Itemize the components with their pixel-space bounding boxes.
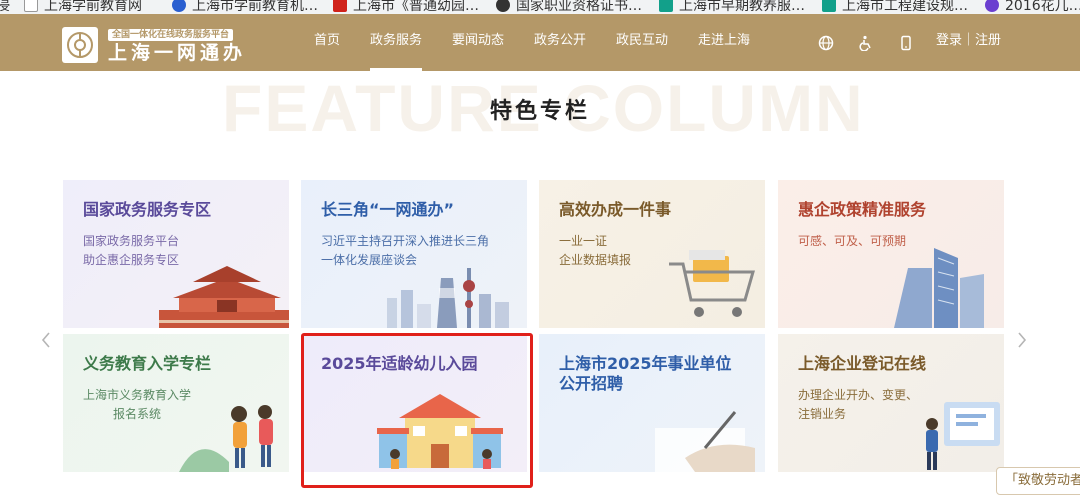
bookmark-label: 上海学前教育网 — [44, 0, 142, 14]
bookmark-label: 上海市《普通幼园… — [353, 0, 479, 14]
red-flag-icon — [333, 0, 347, 12]
card-desc-line: 上海市义务教育入学 — [83, 388, 192, 402]
teal-doc-icon — [659, 0, 673, 12]
tiananmen-illustration — [159, 266, 289, 328]
card-desc-line: 国家政务服务平台 — [83, 234, 180, 248]
blue-paw-icon — [172, 0, 186, 12]
signing-hand-illustration — [655, 411, 755, 472]
card-desc: 一业一证 企业数据填报 — [559, 232, 631, 270]
card-title: 高效办成一件事 — [559, 200, 672, 219]
card-title: 惠企政策精准服务 — [798, 200, 927, 219]
bookmark-label: 上海市早期教养服… — [679, 0, 805, 14]
bookmark-label: 浸 — [0, 0, 10, 14]
next-arrow-icon[interactable] — [1016, 331, 1028, 349]
section-title: 特色专栏 — [489, 99, 590, 124]
card-desc-line: 报名系统 — [113, 407, 162, 421]
card-desc: 办理企业开办、变更、 注销业务 — [798, 386, 918, 424]
nav-gov-affairs[interactable]: 政务公开 — [534, 33, 586, 49]
site-header: 全国一体化在线政务服务平台 上海一网通办 首页 政务服务 要闻动态 政务公开 政… — [0, 14, 1080, 71]
card-title-line: 公开招聘 — [559, 374, 624, 393]
card-desc-line: 办理企业开办、变更、 — [798, 388, 919, 402]
purple-paw-icon — [985, 0, 999, 12]
card-national-services[interactable]: 国家政务服务专区 国家政务服务平台 助企惠企服务专区 — [63, 180, 289, 328]
card-title: 长三角“一网通办” — [321, 200, 455, 219]
floating-banner[interactable]: 「致敬劳动者」 — [996, 467, 1080, 495]
skyline-illustration — [387, 268, 509, 328]
nav-home[interactable]: 首页 — [314, 33, 340, 49]
kindergarten-illustration — [377, 394, 503, 469]
students-illustration — [179, 405, 273, 472]
shopping-cart-illustration — [669, 250, 755, 317]
card-title: 2025年适龄幼儿入园 — [321, 354, 478, 373]
prev-arrow-icon[interactable] — [40, 331, 52, 349]
teal-doc-icon — [822, 0, 836, 12]
globe-icon[interactable] — [818, 35, 834, 51]
bookmark-item[interactable]: 国家职业资格证书… — [496, 0, 642, 14]
nav-interaction[interactable]: 政民互动 — [616, 33, 668, 49]
card-enterprise-policy[interactable]: 惠企政策精准服务 可感、可及、可预期 — [778, 180, 1004, 328]
nav-about-shanghai[interactable]: 走进上海 — [698, 33, 750, 49]
card-public-recruitment[interactable]: 上海市2025年事业单位 公开招聘 — [539, 334, 765, 472]
page-icon — [24, 0, 38, 12]
bookmark-item[interactable]: 上海市《普通幼园… — [333, 0, 479, 14]
card-title: 上海企业登记在线 — [798, 354, 927, 373]
bookmark-item[interactable]: 上海学前教育网 — [24, 0, 142, 14]
logo-emblem-icon — [67, 32, 93, 58]
monitor-person-illustration — [926, 402, 1000, 470]
card-yangtze-delta[interactable]: 长三角“一网通办” 习近平主持召开深入推进长三角 一体化发展座谈会 — [301, 180, 527, 328]
card-title-line: 上海市2025年事业单位 — [559, 354, 732, 373]
globe-icon — [496, 0, 510, 12]
bookmark-label: 上海市工程建设规… — [842, 0, 968, 14]
card-desc-line: 企业数据填报 — [559, 253, 632, 267]
nav-gov-services[interactable]: 政务服务 — [370, 33, 423, 71]
card-title: 上海市2025年事业单位 公开招聘 — [559, 354, 732, 394]
nav-news[interactable]: 要闻动态 — [452, 33, 504, 49]
bookmark-item[interactable]: 上海市工程建设规… — [822, 0, 968, 14]
bookmark-item[interactable]: 2016花几… — [985, 0, 1080, 14]
bookmarks-bar: 浸 上海学前教育网 上海市学前教育机… 上海市《普通幼园… 国家职业资格证书… … — [0, 0, 1080, 14]
mobile-icon[interactable] — [898, 35, 914, 51]
bookmark-item[interactable]: 上海市学前教育机… — [172, 0, 318, 14]
card-one-thing[interactable]: 高效办成一件事 一业一证 企业数据填报 — [539, 180, 765, 328]
site-logo[interactable] — [62, 27, 98, 63]
logo-title: 上海一网通办 — [108, 42, 247, 64]
accessibility-icon[interactable] — [858, 35, 874, 51]
logo-subtitle: 全国一体化在线政务服务平台 — [108, 29, 234, 41]
card-desc-line: 注销业务 — [798, 407, 847, 421]
card-desc: 上海市义务教育入学 报名系统 — [83, 386, 191, 424]
card-desc-line: 一业一证 — [559, 234, 608, 248]
bookmark-item[interactable]: 浸 — [0, 0, 10, 14]
bookmark-item[interactable]: 上海市早期教养服… — [659, 0, 805, 14]
card-kindergarten-2025[interactable]: 2025年适龄幼儿入园 — [301, 334, 527, 472]
bookmark-label: 国家职业资格证书… — [516, 0, 642, 14]
office-towers-illustration — [894, 248, 984, 328]
login-register-link[interactable]: 登录｜注册 — [936, 33, 1001, 49]
card-compulsory-education[interactable]: 义务教育入学专栏 上海市义务教育入学 报名系统 — [63, 334, 289, 472]
card-title: 义务教育入学专栏 — [83, 354, 212, 373]
bookmark-label: 2016花几… — [1005, 0, 1080, 14]
bookmark-label: 上海市学前教育机… — [192, 0, 318, 14]
card-enterprise-registration[interactable]: 上海企业登记在线 办理企业开办、变更、 注销业务 — [778, 334, 1004, 472]
card-title: 国家政务服务专区 — [83, 200, 212, 219]
